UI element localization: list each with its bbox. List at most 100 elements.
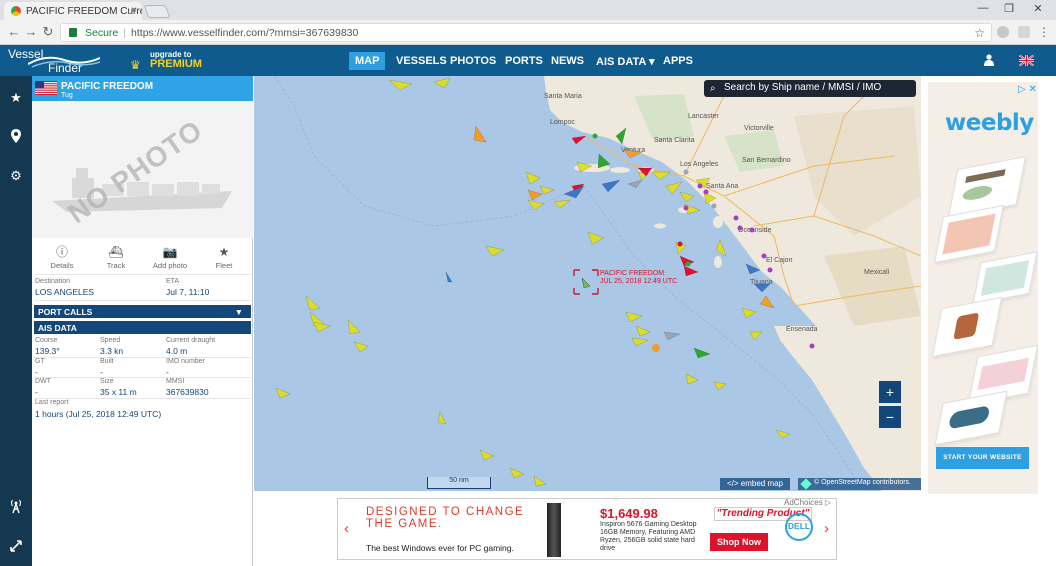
draught-label: Current draught [166, 337, 216, 344]
city-label: Los Angeles [680, 161, 719, 168]
ad-tile [931, 296, 1003, 358]
zoom-in-button[interactable]: + [879, 381, 901, 403]
search-input[interactable]: ⌕ Search by Ship name / MMSI / IMO [704, 80, 916, 97]
imo-label: IMO number [166, 358, 205, 365]
maximize-button[interactable]: ❐ [999, 2, 1019, 15]
antenna-icon[interactable] [8, 498, 24, 514]
city-label: Lancaster [688, 113, 719, 120]
attribution-text: © OpenStreetMap contributors. [814, 479, 911, 486]
nav-photos[interactable]: PHOTOS [444, 52, 502, 70]
vessel-header: PACIFIC FREEDOM Tug [32, 76, 253, 101]
weebly-logo: weebly [945, 110, 1034, 136]
course-value: 139.3° [35, 346, 60, 356]
track-button[interactable]: ⛴ Track [91, 246, 141, 270]
location-pin-icon[interactable] [8, 128, 24, 144]
mmsi-label: MMSI [166, 378, 185, 385]
caret-down-icon: ▾ [648, 56, 655, 68]
city-label: Oceanside [738, 227, 772, 234]
dell-logo: DELL [785, 513, 813, 541]
url-field[interactable]: Secure | https://www.vesselfinder.com/?mms… [60, 23, 992, 42]
details-button[interactable]: ⓘ Details [37, 246, 87, 270]
map-canvas[interactable]: Santa Maria Lompoc Santa Clarita Lancast… [254, 76, 921, 491]
tab-close-icon[interactable]: × [131, 5, 137, 16]
imo-value: - [166, 367, 169, 377]
nav-ports[interactable]: PORTS [499, 52, 549, 70]
new-tab-button[interactable] [143, 5, 171, 18]
minimize-button[interactable]: — [973, 2, 993, 14]
forward-icon[interactable]: → [23, 24, 39, 39]
vessel-panel: PACIFIC FREEDOM Tug NO PHOTO ⓘ Details ⛴ T… [32, 76, 253, 566]
extension-icon[interactable] [1018, 26, 1030, 38]
gt-value: - [35, 367, 38, 377]
zoom-out-button[interactable]: − [879, 406, 901, 428]
flag-usa-icon [35, 81, 57, 95]
layers-icon[interactable] [800, 478, 812, 490]
port-calls-label: PORT CALLS [38, 307, 93, 317]
city-label: Santa Ana [706, 183, 738, 190]
ad-right[interactable]: weebly [928, 82, 1038, 494]
site-header: Vessel Finder ♛ upgrade to PREMIUM MAP V… [0, 45, 1056, 76]
city-label: Victorville [744, 125, 774, 132]
nav-apps[interactable]: APPS [657, 52, 699, 70]
ad-tile [934, 204, 1004, 264]
star-icon[interactable]: ★ [8, 90, 24, 106]
ad-prev-icon[interactable]: ‹ [344, 520, 349, 537]
divider [34, 357, 251, 358]
logo-text-finder[interactable]: Finder [48, 61, 82, 75]
speed-label: Speed [100, 337, 121, 344]
adchoices-icon[interactable]: ▷ ✕ [1018, 84, 1037, 95]
fullscreen-icon[interactable] [8, 538, 24, 554]
desktop-tower-image [547, 503, 561, 557]
gear-icon[interactable]: ⚙ [8, 168, 24, 184]
speed-value: 3.3 kn [100, 346, 124, 356]
nav-ais-data[interactable]: AIS DATA ▾ [590, 52, 661, 70]
dwt-value: - [35, 387, 38, 397]
extension-icon[interactable] [997, 26, 1009, 38]
url-text: https://www.vesselfinder.com/?mmsi=36763… [131, 27, 359, 39]
user-icon[interactable] [984, 54, 994, 66]
nav-map[interactable]: MAP [349, 52, 386, 70]
divider [34, 377, 251, 378]
divider [34, 300, 251, 301]
city-label: San Bernardino [742, 157, 791, 164]
vessel-photo-placeholder: NO PHOTO [32, 101, 253, 238]
flag-uk-icon[interactable] [1019, 55, 1034, 66]
city-label: Lompoc [550, 119, 575, 126]
port-calls-bar[interactable]: PORT CALLS ▼ [34, 305, 251, 318]
target-vessel-label[interactable]: PACIFIC FREEDOM JUL 25, 2018 12:49 UTC [600, 270, 677, 286]
embed-map-button[interactable]: </> embed map [720, 478, 790, 490]
search-icon: ⌕ [710, 83, 716, 94]
ad-bottom[interactable]: ‹ DESIGNED TO CHANGE THE GAME. The best … [337, 498, 837, 560]
shop-now-button[interactable]: Shop Now [710, 533, 768, 551]
left-rail: ★ ⚙ [0, 76, 32, 566]
track-label: Track [106, 261, 126, 270]
premium-link[interactable]: PREMIUM [150, 58, 202, 70]
start-website-button[interactable]: START YOUR WEBSITE [936, 447, 1029, 469]
caret-down-icon: ▼ [234, 307, 243, 317]
last-report-value: 1 hours (Jul 25, 2018 12:49 UTC) [35, 409, 162, 419]
nav-news[interactable]: NEWS [545, 52, 590, 70]
vessel-name: PACIFIC FREEDOM [61, 81, 154, 92]
draught-value: 4.0 m [166, 346, 188, 356]
ad-tile [972, 251, 1038, 305]
map-attribution[interactable]: © OpenStreetMap contributors. [798, 478, 921, 490]
browser-tab[interactable]: PACIFIC FREEDOM Curren × [4, 2, 142, 20]
size-label: Size [100, 378, 114, 385]
address-bar: ← → ↻ Secure | https://www.vesselfinder.co… [0, 20, 1056, 45]
ad-next-icon[interactable]: › [824, 520, 829, 537]
back-icon[interactable]: ← [6, 24, 22, 39]
lock-icon [69, 28, 77, 37]
adchoices-label[interactable]: AdChoices ▷ [784, 498, 831, 507]
map-layer: Santa Maria Lompoc Santa Clarita Lancast… [273, 76, 921, 491]
gt-label: GT [35, 358, 45, 365]
close-window-button[interactable]: ✕ [1028, 2, 1048, 15]
ad-tile [934, 390, 1008, 446]
city-label: El Cajon [766, 257, 793, 264]
add-photo-button[interactable]: 📷 Add photo [145, 246, 195, 270]
menu-icon[interactable]: ⋮ [1036, 25, 1052, 39]
star-icon: ★ [218, 245, 230, 259]
fleet-button[interactable]: ★ Fleet [199, 246, 249, 270]
dwt-label: DWT [35, 378, 51, 385]
bookmark-star-icon[interactable]: ☆ [974, 26, 985, 40]
reload-icon[interactable]: ↻ [40, 24, 56, 40]
